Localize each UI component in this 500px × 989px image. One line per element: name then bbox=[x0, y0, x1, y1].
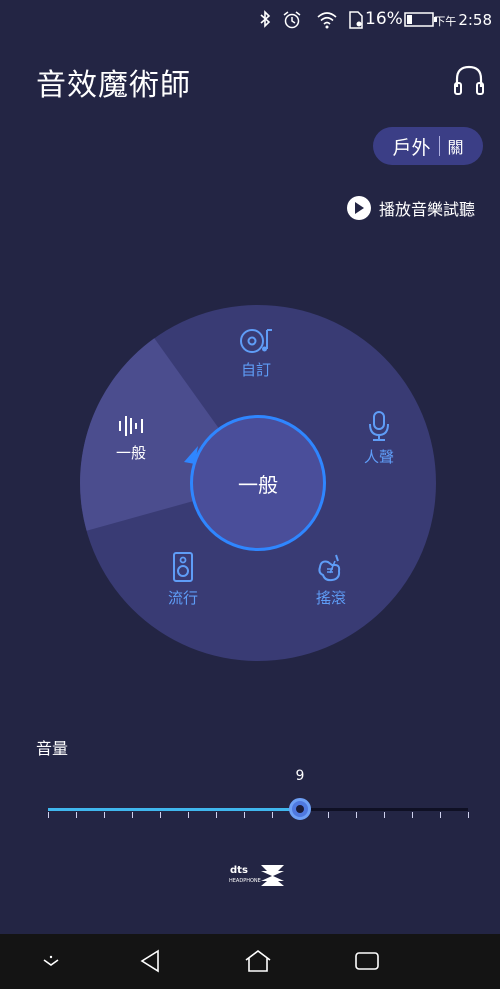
volume-value: 9 bbox=[295, 768, 305, 784]
sim-card-icon bbox=[349, 11, 363, 29]
slider-tick bbox=[272, 812, 273, 818]
slider-fill bbox=[48, 808, 300, 811]
guitar-icon bbox=[318, 554, 341, 582]
outdoor-mode-toggle[interactable]: 戶外 關 bbox=[373, 127, 483, 165]
alarm-icon bbox=[283, 11, 301, 29]
preset-pop[interactable]: 流行 bbox=[143, 551, 223, 608]
outdoor-state: 關 bbox=[447, 138, 464, 157]
svg-text:dts: dts bbox=[230, 865, 248, 876]
play-preview-label: 播放音樂試聽 bbox=[379, 200, 476, 219]
slider-thumb[interactable] bbox=[289, 798, 311, 820]
current-mode-label: 一般 bbox=[238, 472, 278, 497]
preset-custom-label: 自訂 bbox=[240, 361, 271, 379]
home-icon[interactable] bbox=[243, 946, 273, 976]
preset-custom[interactable]: 自訂 bbox=[216, 327, 296, 380]
play-icon bbox=[347, 196, 371, 220]
waveform-icon bbox=[119, 416, 143, 436]
slider-tick bbox=[188, 812, 189, 818]
volume-slider[interactable] bbox=[48, 795, 469, 825]
slider-tick bbox=[132, 812, 133, 818]
slider-tick bbox=[384, 812, 385, 818]
slider-tick bbox=[468, 812, 469, 818]
slider-tick bbox=[104, 812, 105, 818]
battery-percent: 16% bbox=[365, 9, 403, 29]
wifi-icon bbox=[317, 12, 337, 29]
slider-tick bbox=[48, 812, 49, 818]
slider-tick bbox=[160, 812, 161, 818]
hide-keyboard-icon[interactable] bbox=[36, 946, 66, 976]
preset-vocal-label: 人聲 bbox=[363, 448, 394, 466]
preset-rock-label: 搖滾 bbox=[315, 589, 346, 607]
preset-general[interactable]: 一般 bbox=[91, 412, 171, 463]
navigation-bar bbox=[0, 934, 500, 989]
status-bar: 16% 下午 2:58 bbox=[0, 0, 500, 38]
slider-tick bbox=[216, 812, 217, 818]
slider-tick bbox=[412, 812, 413, 818]
battery-icon bbox=[404, 12, 437, 27]
slider-tick bbox=[356, 812, 357, 818]
preset-pop-label: 流行 bbox=[167, 589, 198, 607]
slider-tick bbox=[76, 812, 77, 818]
back-icon[interactable] bbox=[136, 946, 166, 976]
app-title: 音效魔術師 bbox=[36, 68, 191, 103]
preset-vocal[interactable]: 人聲 bbox=[339, 410, 419, 467]
toggle-divider bbox=[438, 136, 440, 156]
current-mode-button[interactable]: 一般 bbox=[190, 415, 326, 551]
svg-text:HEADPHONE: HEADPHONE bbox=[229, 878, 261, 884]
microphone-icon bbox=[369, 411, 389, 441]
clock: 下午 2:58 bbox=[434, 11, 492, 29]
speaker-icon bbox=[173, 552, 193, 582]
preset-rock[interactable]: 搖滾 bbox=[291, 553, 371, 608]
slider-tick bbox=[244, 812, 245, 818]
bluetooth-icon bbox=[260, 10, 271, 28]
headphone-icon[interactable] bbox=[452, 63, 486, 97]
volume-label: 音量 bbox=[36, 739, 69, 758]
dts-headphone-x-logo: dts HEADPHONE bbox=[229, 865, 284, 886]
outdoor-label: 戶外 bbox=[392, 136, 431, 159]
recent-apps-icon[interactable] bbox=[352, 946, 382, 976]
play-preview-button[interactable]: 播放音樂試聽 bbox=[347, 195, 475, 221]
preset-general-label: 一般 bbox=[115, 444, 146, 462]
slider-tick bbox=[440, 812, 441, 818]
screen: 16% 下午 2:58 音效魔術師 戶外 關 播放音樂試聽 自訂 一般 人聲 流… bbox=[0, 0, 500, 989]
custom-disc-icon bbox=[240, 329, 272, 353]
slider-tick bbox=[328, 812, 329, 818]
